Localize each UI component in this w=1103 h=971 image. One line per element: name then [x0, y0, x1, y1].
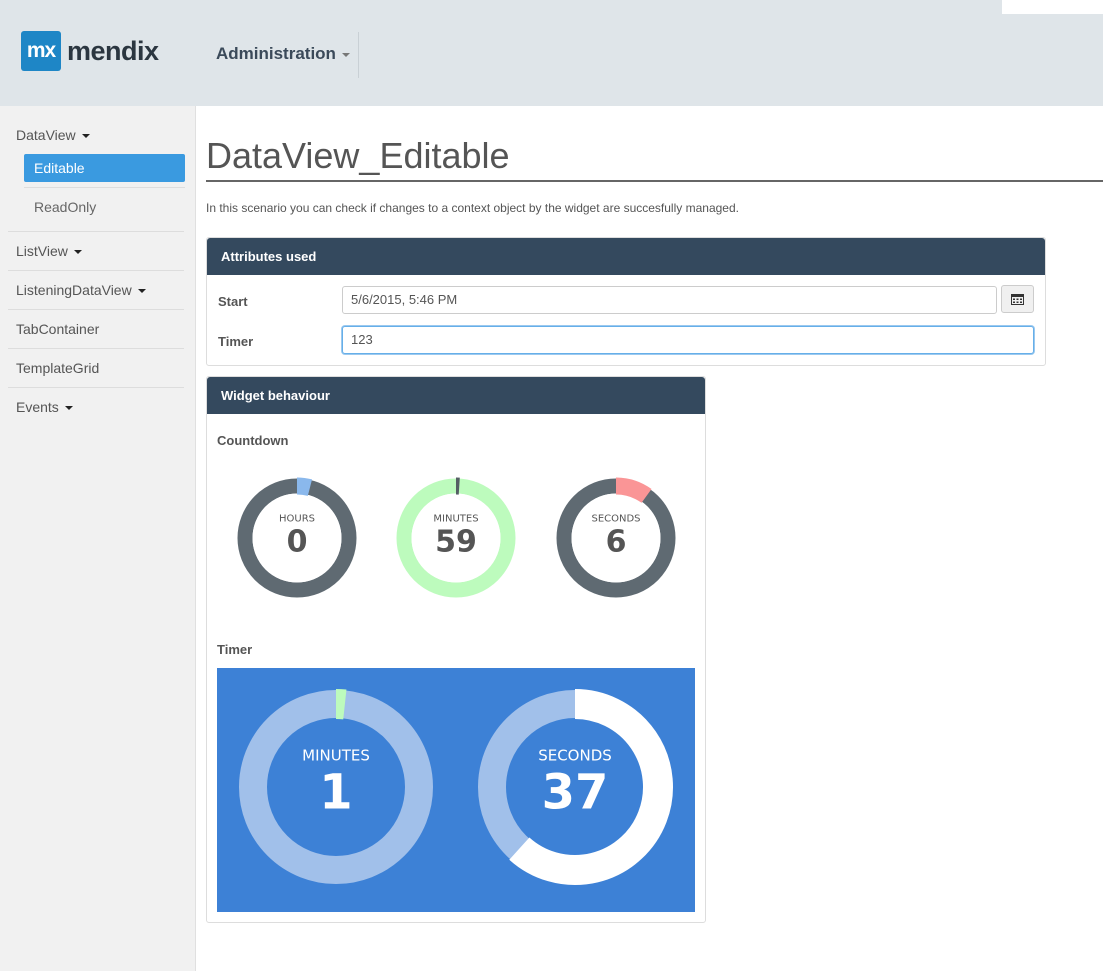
chevron-down-icon: [64, 406, 73, 411]
chevron-down-icon: [137, 289, 146, 294]
sidebar-item-label: ListView: [16, 243, 68, 259]
page-title: DataView_Editable: [206, 135, 510, 176]
sidebar-item-events[interactable]: Events: [16, 399, 73, 415]
sidebar-item-templategrid[interactable]: TemplateGrid: [16, 360, 99, 376]
timer-display: MINUTES 1 SECONDS 37: [217, 668, 695, 912]
divider: [8, 270, 184, 271]
timer-minutes-unit-label: MINUTES: [302, 747, 370, 765]
divider: [8, 309, 184, 310]
countdown-seconds-unit-label: SECONDS: [591, 514, 640, 525]
timer-seconds-unit-label: SECONDS: [538, 747, 612, 765]
divider: [8, 231, 184, 232]
sidebar-item-tabcontainer[interactable]: TabContainer: [16, 321, 99, 337]
sidebar-item-listeningdataview[interactable]: ListeningDataView: [16, 282, 146, 298]
divider: [8, 387, 184, 388]
timer-input[interactable]: 123: [342, 326, 1034, 354]
countdown-hours-progress-arc: [296, 477, 313, 496]
countdown-seconds-value: 6: [606, 525, 627, 560]
panel-heading: Attributes used: [207, 238, 1045, 275]
sidebar-item-readonly[interactable]: ReadOnly: [24, 193, 185, 221]
countdown-rings: HOURS0 MINUTES59 SECONDS6: [237, 477, 676, 598]
sidebar-item-listview[interactable]: ListView: [16, 243, 82, 259]
timer-section-label: Timer: [217, 642, 253, 657]
start-label: Start: [218, 294, 248, 309]
attributes-panel: Attributes used Start 5/6/2015, 5:46 PM …: [206, 237, 1046, 366]
sidebar-item-editable[interactable]: Editable: [24, 154, 185, 182]
countdown-hours-unit-label: HOURS: [279, 514, 315, 525]
divider: [8, 348, 184, 349]
intro-text: In this scenario you can check if change…: [206, 201, 739, 215]
sidebar-item-dataview[interactable]: DataView: [16, 127, 90, 143]
timer-label: Timer: [218, 334, 254, 349]
title-divider: [206, 180, 1103, 182]
countdown-minutes-unit-label: MINUTES: [433, 514, 478, 525]
countdown-seconds-progress-arc: [615, 477, 652, 504]
timer-rings: MINUTES1 SECONDS37: [217, 668, 695, 912]
start-date-input[interactable]: 5/6/2015, 5:46 PM: [342, 286, 997, 314]
countdown-hours-value: 0: [287, 525, 308, 560]
calendar-button[interactable]: [1001, 285, 1034, 313]
administration-label: Administration: [216, 44, 336, 63]
timer-seconds-value: 37: [542, 765, 609, 821]
top-navbar: mx mendix Administration: [0, 0, 1103, 106]
calendar-icon: [1011, 294, 1024, 305]
sidebar-item-label: Events: [16, 399, 59, 415]
nav-divider: [358, 32, 359, 78]
logo-mark: mx: [21, 31, 61, 71]
countdown-label: Countdown: [217, 433, 289, 448]
chevron-down-icon: [81, 134, 90, 139]
sidebar: DataView Editable ReadOnly ListView List…: [0, 106, 196, 971]
header-notch: [1002, 0, 1103, 14]
logo-text: mendix: [67, 35, 159, 66]
chevron-down-icon: [341, 52, 350, 57]
sidebar-item-label: DataView: [16, 127, 76, 143]
divider: [24, 187, 185, 188]
countdown-minutes-value: 59: [435, 525, 477, 560]
widget-behaviour-panel: Widget behaviour Countdown HOURS 0 MINUTES…: [206, 376, 706, 923]
timer-minutes-value: 1: [319, 765, 352, 821]
mendix-logo[interactable]: mx mendix: [21, 31, 159, 71]
sidebar-item-label: ListeningDataView: [16, 282, 132, 298]
administration-menu[interactable]: Administration: [216, 44, 350, 64]
panel-heading: Widget behaviour: [207, 377, 705, 414]
chevron-down-icon: [73, 250, 82, 255]
